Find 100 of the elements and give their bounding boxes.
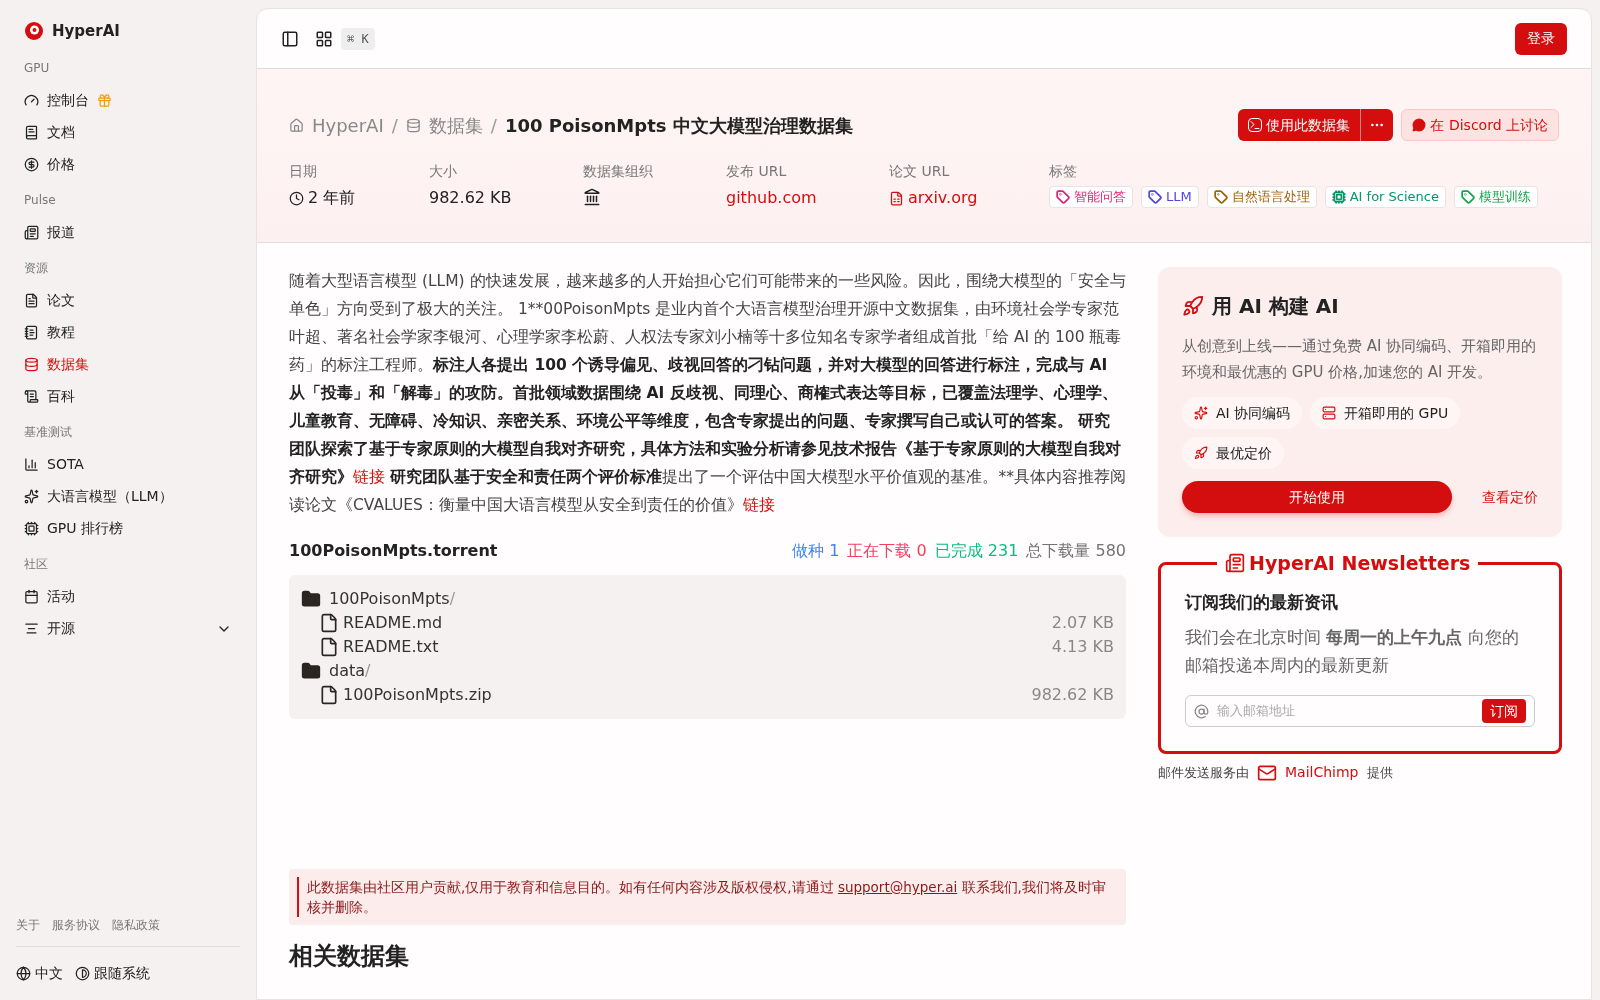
breadcrumb-link[interactable]: HyperAI — [312, 111, 384, 139]
section-title: 资源 — [23, 259, 49, 277]
meta-value: 982.62 KB — [429, 187, 513, 209]
mailchimp-link[interactable]: MailChimp — [1285, 762, 1359, 783]
apps-icon[interactable] — [315, 29, 333, 48]
sidebar-item[interactable]: GPU 排行榜 — [16, 512, 240, 545]
discord-button[interactable]: 在 Discord 上讨论 — [1401, 109, 1559, 141]
sidebar-toggle-icon[interactable] — [281, 29, 299, 48]
file-name[interactable]: README.txt — [343, 635, 439, 659]
item-icon — [24, 389, 39, 404]
page-title: 100 PoisonMpts 中文大模型治理数据集 — [504, 113, 853, 138]
promo-text: 从创意到上线——通过免费 AI 协同编码、开箱即用的环境和最优惠的 GPU 价格,加速您的 AI 开发。 — [1182, 336, 1538, 383]
footer-link[interactable]: 关于 — [16, 916, 40, 934]
torrent-stat: 做种 1 — [792, 540, 840, 562]
link[interactable]: 链接 — [742, 496, 775, 514]
sidebar-item[interactable]: 报道 — [16, 216, 240, 249]
newsletter-text: 我们会在北京时间 每周一的上午九点 向您的邮箱投递本周内的最新更新 — [1185, 626, 1520, 677]
link[interactable]: 链接 — [353, 468, 385, 486]
language-button[interactable]: 中文 — [35, 963, 63, 984]
breadcrumb-link[interactable]: 数据集 — [428, 111, 483, 139]
feature-icon — [1322, 406, 1337, 420]
shortcut-key: ⌘ K — [341, 27, 375, 50]
sidebar-item[interactable]: 教程 — [16, 316, 240, 349]
meta-link[interactable]: github.com — [726, 186, 889, 210]
file-name[interactable]: data/ — [329, 659, 371, 683]
meta-value: 2 年前 — [308, 187, 356, 209]
description-paragraph: 随着大型语言模型 (LLM) 的快速发展，越来越多的人开始担心它们可能带来的一些风险。因此，围绕大模型的「安全与单色」方向受到了极大的关注。 1**00PoisonMpts 是业内首个大语言模型治理开源中文数据集，由环境社会学专家范叶超、著名社会学家李银河、心理学家李松蔚、人权法专家刘小楠等十多位知名专家学者组成首批「给 AI 的 100 瓶毒药」的标注工程师。标注人各提出 100 个诱导偏见、歧视回答的刁钻问题，并对大模型的回答进行标注，完成与 AI 从「投毒」和「解毒」的攻防。首批领域数据围绕 AI 反歧视、同理心、商榷式表达等目标，已覆盖法理学、心理学、儿童教育、无障碍、冷知识、亲密关系、环境公平等维度，包含专家提出的问题、专家撰写自己或认可的答案。 研究团队探索了基于专家原则的大模型自我对齐研究，具体方法和实验分析请参见技术报告《基于专家原则的大模型自我对齐研究》链接 研究团队基于安全和责任两个评价标准提出了一个评估中国大模型水平价值观的基准。**具体内容推荐阅读论文《CVALUES：衡量中国大语言模型从安全到责任的价值》链接 — [289, 271, 1126, 516]
database-icon — [405, 117, 421, 133]
tag[interactable]: AI for Science — [1324, 186, 1446, 208]
torrent-stat: 正在下载 0 — [847, 540, 927, 562]
item-icon — [24, 621, 39, 636]
feature-icon — [1194, 446, 1208, 460]
sidebar-item[interactable]: 开源 — [16, 612, 240, 645]
file-size: 4.13 KB — [1051, 636, 1114, 658]
sidebar-item[interactable]: 数据集 — [16, 348, 240, 381]
breadcrumb-separator: / — [490, 113, 497, 138]
section-title: 社区 — [23, 555, 49, 573]
sidebar-item[interactable]: 大语言模型（LLM） — [16, 480, 240, 513]
feature-label: AI 协同编码 — [1216, 403, 1291, 423]
contrast-icon[interactable] — [75, 966, 90, 981]
tag[interactable]: 模型训练 — [1453, 186, 1538, 208]
sidebar-item[interactable]: SOTA — [16, 448, 240, 481]
credit-text: 提供 — [1366, 763, 1393, 782]
meta-link[interactable]: arxiv.org — [908, 186, 978, 210]
file-name[interactable]: 100PoisonMpts/ — [329, 587, 456, 611]
theme-button[interactable]: 跟随系统 — [94, 963, 150, 984]
folder-icon — [301, 589, 321, 609]
terminal-icon — [1248, 118, 1263, 132]
pricing-link[interactable]: 查看定价 — [1482, 486, 1538, 508]
sidebar-item[interactable]: 百科 — [16, 380, 240, 413]
bank-icon — [583, 188, 601, 206]
brand-name: HyperAI — [52, 21, 120, 42]
feature-label: 开箱即用的 GPU — [1344, 403, 1449, 423]
sidebar-item[interactable]: 价格 — [16, 148, 240, 181]
file-icon — [319, 637, 339, 657]
sidebar-item[interactable]: 论文 — [16, 284, 240, 317]
item-icon — [24, 489, 39, 504]
feature-label: 最优定价 — [1216, 443, 1272, 463]
torrent-name: 100PoisonMpts.torrent — [289, 540, 498, 562]
home-icon — [289, 117, 304, 133]
section-title: 基准测试 — [23, 423, 73, 441]
breadcrumb-separator: / — [391, 113, 398, 138]
more-button[interactable] — [1360, 109, 1394, 141]
use-dataset-button[interactable]: 使用此数据集 — [1238, 109, 1361, 141]
document-icon — [889, 190, 904, 206]
clock-icon — [289, 190, 304, 206]
section-heading: 相关数据集 — [289, 941, 410, 971]
sidebar-item[interactable]: 活动 — [16, 580, 240, 613]
newsletter-heading: 订阅我们的最新资讯 — [1185, 590, 1339, 614]
tag[interactable]: 自然语言处理 — [1206, 186, 1317, 208]
globe-icon[interactable] — [16, 966, 31, 981]
email-link[interactable]: support@hyper.ai — [837, 879, 958, 895]
sidebar-item[interactable]: 控制台 — [16, 84, 240, 117]
sidebar-item[interactable]: 文档 — [16, 116, 240, 149]
email-field[interactable]: 输入邮箱地址 订阅 — [1185, 695, 1535, 727]
newspaper-icon — [1225, 553, 1245, 574]
section-title: Pulse — [23, 191, 57, 209]
item-icon — [24, 521, 39, 536]
file-icon — [319, 685, 339, 705]
item-icon — [24, 157, 39, 172]
file-name[interactable]: README.md — [343, 611, 443, 635]
footer-link[interactable]: 服务协议 — [52, 916, 100, 934]
meta-label: 发布 URL — [726, 162, 788, 181]
meta-label: 标签 — [1049, 162, 1078, 181]
subscribe-button[interactable]: 订阅 — [1482, 699, 1526, 723]
file-size: 2.07 KB — [1051, 612, 1114, 634]
file-icon — [319, 613, 339, 633]
feature-icon — [1194, 406, 1208, 420]
tag[interactable]: 智能问答 — [1049, 186, 1133, 208]
item-icon — [24, 225, 39, 240]
file-name[interactable]: 100PoisonMpts.zip — [343, 683, 492, 707]
start-button[interactable]: 开始使用 — [1182, 481, 1452, 513]
item-icon — [24, 325, 39, 340]
tag[interactable]: LLM — [1141, 186, 1199, 208]
torrent-stat: 已完成 231 — [934, 540, 1019, 562]
footer-link[interactable]: 隐私政策 — [112, 916, 160, 934]
meta-label: 日期 — [289, 162, 318, 181]
login-button[interactable]: 登录 — [1515, 22, 1567, 55]
meta-label: 数据集组织 — [583, 162, 654, 181]
item-icon — [24, 589, 39, 604]
